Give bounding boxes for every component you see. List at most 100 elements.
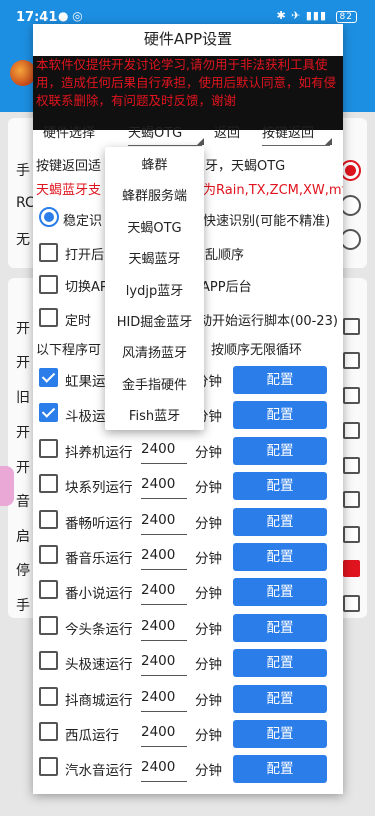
task-checkbox[interactable] — [39, 686, 58, 706]
task-checkbox[interactable] — [39, 580, 58, 600]
task-duration-input[interactable]: 2400 — [141, 511, 187, 535]
task-config-button[interactable]: 配置 — [233, 543, 327, 571]
switch-app-checkbox[interactable] — [39, 275, 58, 294]
dropdown-option[interactable]: 蜂群服务端 — [105, 180, 204, 213]
task-config-button[interactable]: 配置 — [233, 578, 327, 607]
task-unit: 分钟 — [195, 444, 222, 461]
task-config-button[interactable]: 配置 — [233, 755, 327, 784]
task-row: 番小说运行 2400 分钟 配置 — [33, 576, 343, 608]
task-checkbox[interactable] — [39, 722, 58, 741]
task-config-button[interactable]: 配置 — [233, 472, 327, 501]
timer-checkbox[interactable] — [39, 308, 58, 327]
task-unit: 分钟 — [195, 621, 222, 638]
disclaimer-banner: 本软件仅提供开发讨论学习,请勿用于非法获利工具使用，造成任何后果自行承担，使用后… — [33, 56, 343, 130]
task-name: 虹果运 — [65, 374, 106, 390]
dropdown-option[interactable]: 风清扬蓝牙 — [105, 337, 204, 370]
bluetooth-support-text-right: 为Rain,TX,ZCM,XW,mf — [203, 183, 343, 198]
task-checkbox[interactable] — [39, 651, 58, 671]
hardware-select-label: 硬件选择 — [43, 126, 96, 141]
status-time: 17:41 — [16, 10, 58, 25]
shuffle-order-label: 乱顺序 — [205, 248, 245, 263]
task-unit: 分钟 — [195, 763, 222, 780]
task-config-button[interactable]: 配置 — [233, 436, 327, 465]
bg-radio-1[interactable] — [340, 160, 361, 181]
task-duration-value: 2400 — [141, 759, 176, 776]
task-duration-input[interactable]: 2400 — [141, 582, 187, 606]
stable-recognition-radio[interactable] — [39, 207, 59, 227]
task-checkbox[interactable] — [39, 438, 58, 458]
dropdown-option[interactable]: lydjp蓝牙 — [105, 275, 204, 308]
task-duration-input[interactable]: 2400 — [141, 441, 187, 464]
dropdown-option[interactable]: 天蝎蓝牙 — [105, 243, 204, 276]
hardware-select-dropdown[interactable]: 天蝎OTG — [128, 122, 204, 146]
app-background-label: APP后台 — [201, 280, 252, 295]
task-config-button[interactable]: 配置 — [233, 720, 327, 748]
task-name: 抖商城运行 — [65, 692, 133, 709]
battery-icon: 82 — [335, 11, 357, 23]
dropdown-option[interactable]: 天蝎OTG — [105, 212, 204, 245]
task-duration-input[interactable]: 2400 — [141, 547, 187, 570]
task-duration-input[interactable]: 2400 — [141, 689, 187, 712]
task-config-button[interactable]: 配置 — [233, 401, 327, 430]
task-checkbox[interactable] — [39, 403, 58, 423]
task-row: 头极速运行 2400 分钟 配置 — [33, 647, 343, 679]
task-duration-input[interactable]: 2400 — [141, 759, 187, 783]
task-checkbox[interactable] — [39, 545, 58, 564]
task-duration-value: 2400 — [141, 617, 176, 634]
task-duration-input[interactable]: 2400 — [141, 476, 187, 500]
background-label: 无 — [16, 232, 30, 248]
dropdown-option[interactable]: Fish蓝牙 — [105, 400, 204, 433]
task-unit: 分钟 — [195, 657, 222, 674]
floating-ball[interactable] — [0, 466, 14, 506]
bg-checkbox-5[interactable] — [343, 457, 360, 474]
task-checkbox[interactable] — [39, 509, 58, 529]
task-config-button[interactable]: 配置 — [233, 649, 327, 678]
task-duration-input[interactable]: 2400 — [141, 724, 187, 747]
task-name: 抖养机运行 — [65, 444, 133, 461]
task-duration-input[interactable]: 2400 — [141, 653, 187, 677]
task-name: 今头条运行 — [65, 621, 133, 638]
task-unit: 分钟 — [195, 551, 222, 567]
task-checkbox[interactable] — [39, 474, 58, 494]
background-label: 手 — [16, 163, 30, 179]
dropdown-option[interactable]: 蜂群 — [105, 149, 204, 182]
background-label: 旧 — [16, 390, 30, 406]
hardware-dropdown-menu: 蜂群 蜂群服务端 天蝎OTG 天蝎蓝牙 lydjp蓝牙 HID掘金蓝牙 风清扬蓝牙 金手指硬件… — [105, 147, 204, 430]
hardware-select-underline — [128, 145, 202, 146]
task-config-button[interactable]: 配置 — [233, 613, 327, 642]
task-name: 番音乐运行 — [65, 551, 133, 567]
task-config-button[interactable]: 配置 — [233, 507, 327, 536]
task-duration-value: 2400 — [141, 547, 176, 563]
open-after-checkbox[interactable] — [39, 243, 58, 262]
task-config-button[interactable]: 配置 — [233, 366, 327, 394]
timer-label: 定时 — [65, 314, 92, 329]
task-checkbox[interactable] — [39, 757, 58, 777]
dialog-title: 硬件APP设置 — [143, 30, 233, 48]
bg-radio-3[interactable] — [340, 229, 361, 250]
task-duration-underline — [141, 781, 187, 783]
bg-checkbox-6[interactable] — [343, 491, 360, 508]
bg-checkbox-4[interactable] — [343, 422, 360, 439]
task-checkbox[interactable] — [39, 615, 58, 635]
back-button[interactable]: 返回 — [214, 122, 240, 141]
bg-checkbox-8[interactable] — [343, 560, 360, 577]
bg-checkbox-3[interactable] — [343, 387, 360, 404]
task-row: 番畅听运行 2400 分钟 配置 — [33, 506, 343, 538]
bg-checkbox-1[interactable] — [343, 318, 360, 335]
bg-checkbox-2[interactable] — [343, 352, 360, 369]
dropdown-option[interactable]: 金手指硬件 — [105, 369, 204, 402]
task-config-button[interactable]: 配置 — [233, 684, 327, 713]
task-duration-input[interactable]: 2400 — [141, 617, 187, 641]
task-unit: 分钟 — [195, 692, 222, 709]
task-duration-underline — [141, 710, 187, 712]
bg-radio-2[interactable] — [340, 195, 361, 216]
bg-checkbox-9[interactable] — [343, 595, 360, 612]
task-duration-value: 2400 — [141, 511, 176, 528]
dropdown-option[interactable]: HID掘金蓝牙 — [105, 306, 204, 339]
task-row: 今头条运行 2400 分钟 配置 — [33, 612, 343, 644]
task-name: 块系列运行 — [65, 480, 133, 497]
bg-checkbox-7[interactable] — [343, 526, 360, 543]
task-checkbox[interactable] — [39, 368, 58, 387]
task-duration-underline — [141, 533, 187, 535]
back-key-dropdown[interactable]: 按键返回 — [262, 122, 332, 146]
